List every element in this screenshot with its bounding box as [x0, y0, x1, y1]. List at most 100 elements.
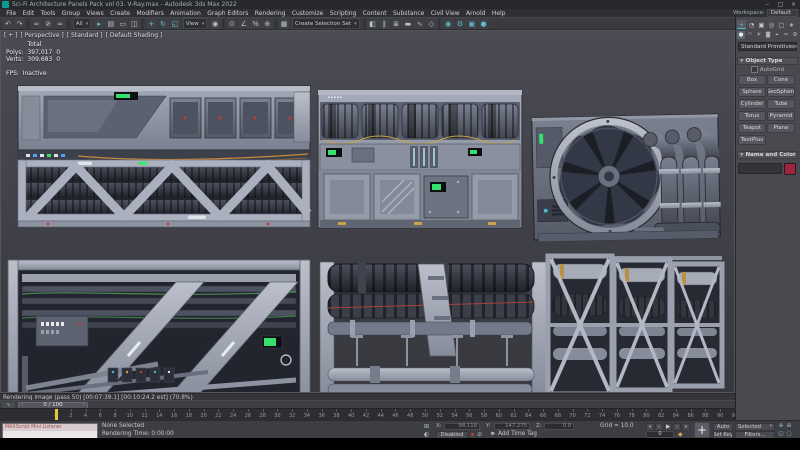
- cameras-category-icon[interactable]: ◙: [764, 31, 772, 39]
- rect-selection-icon[interactable]: ▭: [117, 18, 128, 29]
- sphere-button[interactable]: Sphere: [738, 87, 766, 97]
- menu-tools[interactable]: Tools: [37, 10, 58, 17]
- z-coordinate-field[interactable]: 0.0: [544, 423, 574, 430]
- spacewarps-category-icon[interactable]: ≈: [782, 31, 790, 39]
- snaps-toggle-icon[interactable]: ⊙: [226, 18, 237, 29]
- menu-rendering[interactable]: Rendering: [252, 10, 289, 17]
- hierarchy-tab-icon[interactable]: ▣: [757, 20, 766, 29]
- autogrid-checkbox[interactable]: AutoGrid: [737, 66, 798, 73]
- menu-graph-editors[interactable]: Graph Editors: [204, 10, 252, 17]
- y-coordinate-field[interactable]: 147.275: [494, 423, 530, 430]
- utilities-tab-icon[interactable]: ∗: [787, 20, 796, 29]
- teapot-button[interactable]: Teapot: [738, 123, 766, 133]
- mirror-icon[interactable]: ◧: [367, 18, 378, 29]
- current-frame-field[interactable]: 0: [646, 431, 674, 438]
- menu-file[interactable]: File: [3, 10, 19, 17]
- viewport-menu-renderer[interactable]: [ Standard ]: [67, 32, 103, 39]
- menu-arnold[interactable]: Arnold: [463, 10, 489, 17]
- shapes-category-icon[interactable]: ◠: [746, 31, 754, 39]
- selected-dropdown[interactable]: Selected▾: [735, 423, 775, 431]
- menu-help[interactable]: Help: [489, 10, 509, 17]
- select-object-icon[interactable]: ▸: [94, 18, 105, 29]
- menu-civil-view[interactable]: Civil View: [428, 10, 463, 17]
- prev-frame-icon[interactable]: ‹: [655, 423, 663, 431]
- maxscript-mini-listener[interactable]: MAXScript Mini Listener: [2, 423, 98, 440]
- textplus-button[interactable]: TextPlus: [738, 135, 766, 145]
- play-icon[interactable]: ▶: [664, 423, 672, 431]
- menu-views[interactable]: Views: [83, 10, 107, 17]
- workspace-value[interactable]: Default: [767, 9, 798, 17]
- degradation-icon[interactable]: ◐: [424, 431, 429, 438]
- rendered-frame-icon[interactable]: ▣: [466, 18, 477, 29]
- model-truss-wall-panel[interactable]: [18, 86, 310, 227]
- undo-icon[interactable]: ↶: [2, 18, 13, 29]
- maximize-button[interactable]: □: [774, 0, 787, 9]
- spinner-snap-icon[interactable]: ⊕: [262, 18, 273, 29]
- align-icon[interactable]: ∥: [379, 18, 390, 29]
- rotate-icon[interactable]: ↻: [158, 18, 169, 29]
- box-button[interactable]: Box: [738, 75, 766, 85]
- viewport-menu-pov[interactable]: [ Perspective ]: [21, 32, 64, 39]
- scale-icon[interactable]: ◱: [169, 18, 180, 29]
- menu-group[interactable]: Group: [59, 10, 84, 17]
- cylinder-button[interactable]: Cylinder: [738, 99, 766, 109]
- object-color-swatch[interactable]: [784, 163, 796, 175]
- pyramid-button[interactable]: Pyramid: [767, 111, 795, 121]
- zoom-region-icon[interactable]: ▢: [785, 430, 793, 438]
- menu-substance[interactable]: Substance: [390, 10, 428, 17]
- model-drum-wall-panel[interactable]: [318, 90, 522, 228]
- perspective-viewport[interactable]: [ + ][ Perspective ][ Standard ][ Defaul…: [0, 30, 735, 393]
- layer-manager-icon[interactable]: ≣: [391, 18, 402, 29]
- viewport-menu-shading[interactable]: [ Default Shading ]: [106, 32, 163, 39]
- helpers-category-icon[interactable]: ⌖: [773, 31, 781, 39]
- menu-customize[interactable]: Customize: [289, 10, 327, 17]
- curve-editor-icon[interactable]: ∿: [414, 18, 425, 29]
- cone-button[interactable]: Cone: [767, 75, 795, 85]
- mute-icon[interactable]: ⊘: [477, 431, 482, 438]
- auto-key-button[interactable]: Auto: [713, 423, 733, 431]
- primitive-type-dropdown[interactable]: Standard Primitives▾: [738, 42, 797, 51]
- name-color-rollout[interactable]: ▼Name and Color: [737, 151, 798, 159]
- bind-spacewarp-icon[interactable]: ≈: [55, 18, 66, 29]
- create-tab-icon[interactable]: +: [737, 20, 746, 29]
- selection-filter-combo[interactable]: All▾: [73, 18, 91, 29]
- material-editor-icon[interactable]: ◉: [443, 18, 454, 29]
- percent-snap-icon[interactable]: %: [250, 18, 261, 29]
- torus-button[interactable]: Torus: [738, 111, 766, 121]
- zoom-extents-icon[interactable]: ◱: [777, 430, 785, 438]
- selection-set-combo[interactable]: Create Selection Set▾: [292, 18, 360, 29]
- menu-modifiers[interactable]: Modifiers: [133, 10, 167, 17]
- model-cylinder-racks[interactable]: [548, 256, 722, 393]
- object-type-rollout[interactable]: ▼Object Type: [737, 57, 798, 65]
- lights-category-icon[interactable]: ☀: [755, 31, 763, 39]
- move-icon[interactable]: +: [146, 18, 157, 29]
- x-coordinate-field[interactable]: 98.118: [444, 423, 480, 430]
- key-mode-icon[interactable]: ◆: [678, 431, 683, 438]
- menu-animation[interactable]: Animation: [167, 10, 204, 17]
- render-production-icon[interactable]: ●: [478, 18, 489, 29]
- go-end-icon[interactable]: »: [682, 423, 690, 431]
- menu-edit[interactable]: Edit: [19, 10, 37, 17]
- motion-tab-icon[interactable]: ◎: [767, 20, 776, 29]
- menu-scripting[interactable]: Scripting: [327, 10, 360, 17]
- zoom-icon[interactable]: ⊕: [777, 422, 785, 430]
- plane-button[interactable]: Plane: [767, 123, 795, 133]
- systems-category-icon[interactable]: ⚙: [791, 31, 799, 39]
- minimize-button[interactable]: –: [761, 0, 774, 9]
- ribbon-toggle-icon[interactable]: ▬: [402, 18, 413, 29]
- go-start-icon[interactable]: «: [646, 423, 654, 431]
- select-by-name-icon[interactable]: ▤: [105, 18, 116, 29]
- model-fan-panel[interactable]: [532, 114, 722, 242]
- absolute-mode-icon[interactable]: ⊞: [424, 423, 429, 430]
- select-link-icon[interactable]: ∞: [31, 18, 42, 29]
- window-crossing-icon[interactable]: ◫: [129, 18, 140, 29]
- angle-snap-icon[interactable]: ∠: [238, 18, 249, 29]
- schematic-view-icon[interactable]: ◇: [426, 18, 437, 29]
- menu-create[interactable]: Create: [107, 10, 133, 17]
- set-keys-button[interactable]: +: [694, 422, 710, 438]
- unlink-icon[interactable]: ⊘: [43, 18, 54, 29]
- render-setup-icon[interactable]: ⚙: [455, 18, 466, 29]
- display-tab-icon[interactable]: ▢: [777, 20, 786, 29]
- named-sets-icon[interactable]: ▦: [279, 18, 290, 29]
- close-button[interactable]: ×: [787, 0, 800, 9]
